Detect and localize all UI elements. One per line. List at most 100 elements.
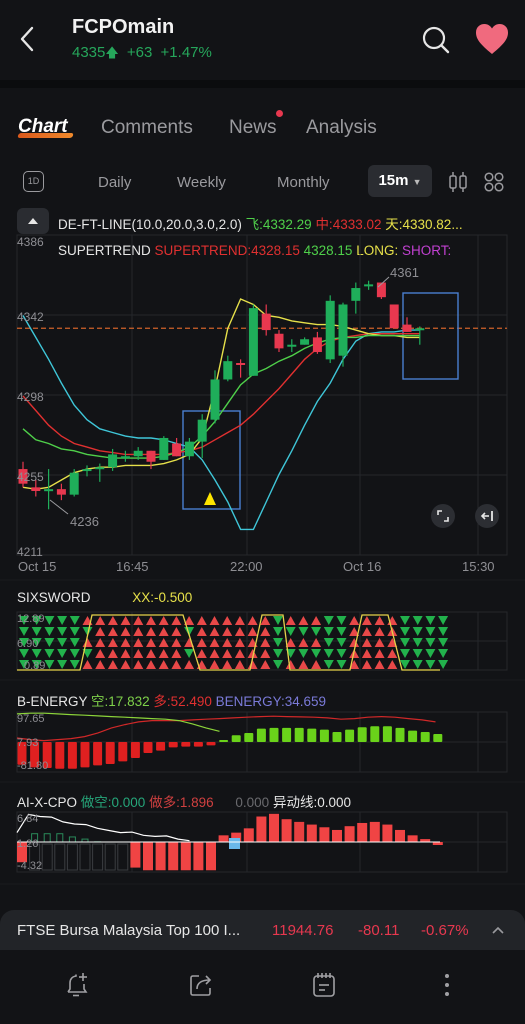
sword-down-icon	[438, 638, 449, 647]
candle-body	[31, 487, 41, 491]
notes-icon[interactable]	[309, 970, 339, 1000]
sword-up-icon	[222, 660, 233, 669]
candle-body	[351, 288, 361, 301]
cpo-bar	[269, 813, 279, 842]
sword-up-icon	[95, 616, 106, 625]
cpo-highlight-bar	[229, 838, 240, 849]
sword-up-icon	[222, 638, 233, 647]
sword-up-icon	[95, 627, 106, 636]
candle-body	[56, 489, 66, 495]
sword-up-icon	[196, 627, 207, 636]
sword-up-icon	[234, 649, 245, 658]
energy-bar	[269, 727, 279, 742]
cpo-bar	[168, 842, 179, 871]
sword-up-icon	[361, 660, 372, 669]
energy-bar	[332, 731, 342, 742]
sword-down-icon	[19, 627, 29, 636]
cpo-bar	[56, 833, 64, 843]
cpo-bar	[332, 829, 342, 842]
candle-body	[184, 441, 194, 457]
ticker-change: -80.11	[358, 922, 400, 939]
sword-down-icon	[311, 627, 322, 636]
y-label: 4298	[17, 390, 44, 404]
sword-up-icon	[298, 660, 309, 669]
sword-up-icon	[361, 649, 372, 658]
sword-up-icon	[374, 649, 385, 658]
energy-bar	[370, 726, 380, 742]
sword-up-icon	[222, 627, 233, 636]
benergy-title: B-ENERGY	[17, 694, 88, 709]
bottom-toolbar	[0, 950, 525, 1024]
aixcpo-duo: 做多:1.896	[149, 795, 214, 810]
scroll-to-latest-button[interactable]	[475, 504, 499, 528]
sword-up-icon	[387, 649, 398, 658]
sword-down-icon	[57, 638, 68, 647]
sword-down-icon	[69, 627, 80, 636]
sword-down-icon	[273, 660, 283, 669]
sword-up-icon	[146, 627, 156, 636]
sword-up-icon	[209, 616, 220, 625]
chevron-up-icon[interactable]	[490, 924, 506, 936]
sword-down-icon	[273, 627, 283, 636]
cpo-bar-ghost	[104, 843, 116, 871]
x-label: Oct 16	[343, 559, 382, 574]
cpo-bar	[294, 821, 305, 842]
sword-up-icon	[285, 660, 296, 669]
candle-body	[120, 456, 130, 459]
sword-up-icon	[247, 627, 258, 636]
benergy-duo: 多:52.490	[153, 694, 212, 709]
sword-up-icon	[171, 616, 182, 625]
sword-up-icon	[222, 649, 233, 658]
x-label: 22:00	[230, 559, 263, 574]
energy-bar	[193, 741, 203, 747]
cpo-bar-ghost	[54, 843, 66, 871]
sword-up-icon	[133, 627, 144, 636]
add-alert-icon[interactable]	[62, 970, 92, 1000]
index-ticker-bar[interactable]: FTSE Bursa Malaysia Top 100 I... 11944.7…	[0, 910, 525, 950]
sword-up-icon	[361, 627, 372, 636]
sword-up-icon	[120, 660, 131, 669]
sword-up-icon	[234, 660, 245, 669]
sword-up-icon	[374, 638, 385, 647]
fullscreen-button[interactable]	[431, 504, 455, 528]
sword-up-icon	[247, 616, 258, 625]
sword-down-icon	[323, 649, 334, 658]
candle-body	[261, 313, 271, 331]
candle-body	[197, 419, 207, 442]
low-marker: 4236	[70, 514, 99, 529]
sword-up-icon	[196, 638, 207, 647]
buy-signal-icon	[204, 492, 216, 505]
share-icon[interactable]	[186, 970, 216, 1000]
sword-up-icon	[95, 638, 106, 647]
sword-up-icon	[260, 627, 271, 636]
sword-up-icon	[120, 649, 131, 658]
sword-down-icon	[425, 660, 436, 669]
aixcpo-legend: AI-X-CPO 做空:0.000 做多:1.896 0.000 异动线:0.0…	[17, 791, 351, 811]
cpo-bar	[256, 816, 267, 842]
sword-up-icon	[146, 638, 156, 647]
energy-bar	[93, 741, 103, 766]
y-label: 4342	[17, 310, 44, 324]
sword-up-icon	[171, 638, 182, 647]
sword-down-icon	[57, 660, 68, 669]
candle-body	[312, 337, 322, 353]
sword-up-icon	[209, 660, 220, 669]
cpo-bar	[407, 835, 418, 842]
candle-body	[325, 300, 335, 360]
y-label: -4.32	[17, 860, 43, 872]
sword-up-icon	[234, 638, 245, 647]
sword-up-icon	[82, 638, 93, 647]
candle-body	[159, 437, 169, 460]
more-icon[interactable]	[432, 970, 462, 1000]
sixsword-xx-value: XX:-0.500	[132, 590, 193, 605]
energy-bar	[80, 741, 90, 768]
chart-canvas[interactable]	[0, 0, 525, 900]
sword-down-icon	[57, 649, 68, 658]
cpo-bar	[243, 828, 254, 842]
sword-down-icon	[69, 660, 80, 669]
sword-up-icon	[95, 649, 106, 658]
sword-down-icon	[412, 660, 423, 669]
y-label: 12.89	[17, 613, 45, 625]
sword-up-icon	[120, 638, 131, 647]
candle-body	[415, 328, 425, 331]
